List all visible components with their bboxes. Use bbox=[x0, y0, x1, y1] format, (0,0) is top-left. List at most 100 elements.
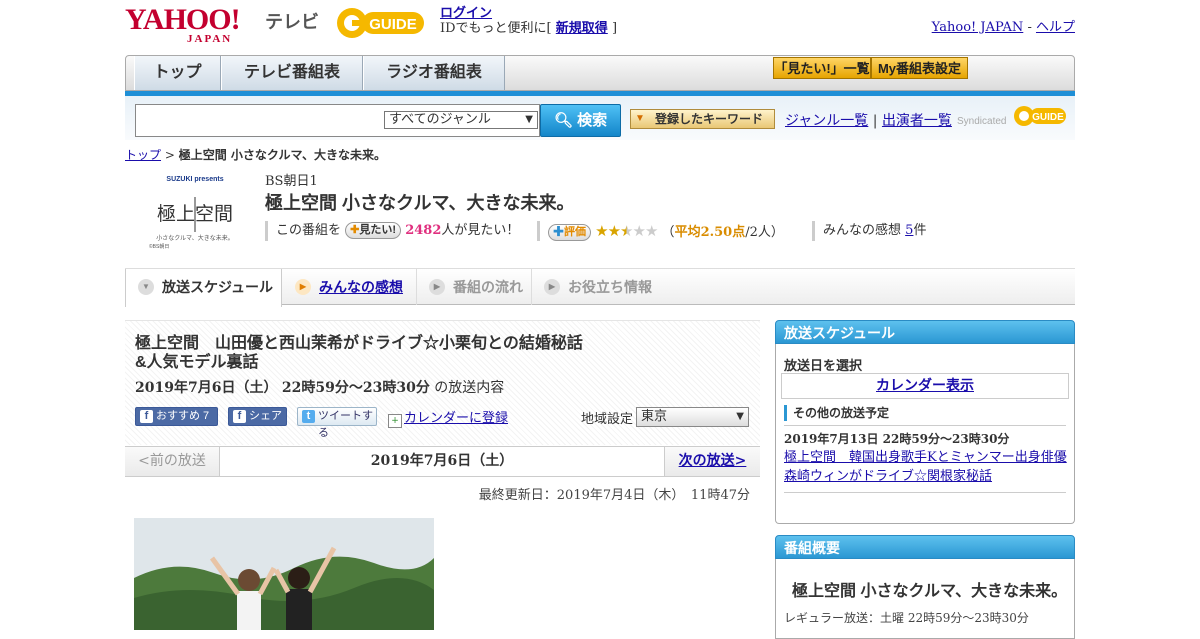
genre-select[interactable]: すべてのジャンル bbox=[384, 111, 538, 129]
tab-arrow-icon: ▼ bbox=[138, 279, 154, 295]
rating-open: （ bbox=[661, 225, 675, 240]
calendar-register[interactable]: + カレンダーに登録 bbox=[388, 407, 508, 428]
genre-list-link[interactable]: ジャンル一覧 bbox=[785, 113, 868, 129]
other-schedule-label: その他の放送予定 bbox=[784, 405, 889, 421]
share-row: f おすすめ 7 f シェア t ツイートする + カレンダーに登録 地域設定 東京 bbox=[135, 407, 755, 439]
login-note: IDでもっと便利に[ bbox=[440, 21, 552, 36]
next-broadcast-link[interactable]: 次の放送> bbox=[679, 453, 747, 469]
search-bar: すべてのジャンル 🔍︎ 検索 登録したキーワード ジャンル一覧 | 出演者一覧 … bbox=[125, 96, 1075, 140]
last-updated: 最終更新日：2019年7月4日（木） 11時47分 bbox=[478, 488, 750, 503]
search-links: ジャンル一覧 | 出演者一覧 bbox=[785, 110, 952, 130]
login-box: ログイン IDでもっと便利に[ 新規取得 ] bbox=[440, 6, 617, 36]
mitai-list-button[interactable]: 「見たい!」一覧 bbox=[773, 57, 871, 79]
region-label: 地域設定 bbox=[581, 412, 634, 427]
rate-button[interactable]: ✚評価 bbox=[548, 224, 591, 241]
twitter-icon: t bbox=[302, 410, 315, 423]
sidebar-overview-body: 極上空間 小さなクルマ、大きな未来。 レギュラー放送：土曜 22時59分～23時… bbox=[775, 559, 1075, 639]
star-icon: ★ bbox=[632, 222, 646, 240]
tab-impressions[interactable]: ▶ みんなの感想 bbox=[283, 269, 417, 305]
calendar-register-link[interactable]: カレンダーに登録 bbox=[404, 411, 508, 426]
login-link[interactable]: ログイン bbox=[440, 6, 492, 21]
episode-date-day: 2019年7月6日（土） bbox=[135, 380, 278, 396]
facebook-recommend-button[interactable]: f おすすめ 7 bbox=[135, 407, 218, 426]
signup-link[interactable]: 新規取得 bbox=[556, 21, 608, 36]
search-link-separator: | bbox=[872, 113, 878, 129]
mitai-stat: この番組を ✚見たい! 2482人が見たい！ bbox=[265, 221, 519, 241]
syndicated-label: Syndicated bbox=[957, 116, 1007, 127]
search-button[interactable]: 🔍︎ 検索 bbox=[540, 104, 621, 137]
select-date-label: 放送日を選択 bbox=[784, 359, 863, 374]
tab-impressions-label: みんなの感想 bbox=[319, 279, 403, 295]
performer-list-link[interactable]: 出演者一覧 bbox=[882, 113, 952, 129]
impressions-unit: 件 bbox=[913, 223, 927, 238]
mitai-count: 2482 bbox=[405, 223, 442, 238]
sidebar-overview-head: 番組概要 bbox=[775, 535, 1075, 559]
mitai-prefix: この番組を bbox=[276, 223, 342, 238]
main-nav: トップ テレビ番組表 ラジオ番組表 「見たい!」一覧 My番組表設定 bbox=[125, 55, 1075, 91]
nav-tab-radio-schedule[interactable]: ラジオ番組表 bbox=[363, 56, 505, 90]
tab-info: ▶ お役立ち情報 bbox=[532, 269, 662, 305]
calendar-show[interactable]: カレンダー表示 bbox=[781, 373, 1069, 399]
episode-date-time: 22時59分～23時30分 bbox=[281, 380, 430, 396]
mitai-button[interactable]: ✚見たい! bbox=[345, 222, 402, 239]
registered-keyword-button[interactable]: 登録したキーワード bbox=[630, 109, 775, 129]
mitai-button-label: 見たい! bbox=[359, 224, 397, 236]
tab-flow-label: 番組の流れ bbox=[453, 279, 523, 295]
overview-regular: レギュラー放送：土曜 22時59分～23時30分 bbox=[784, 611, 1029, 625]
rate-button-label: 評価 bbox=[564, 226, 586, 238]
divider bbox=[784, 425, 1066, 426]
tweet-button[interactable]: t ツイートする bbox=[297, 407, 377, 439]
tweet-label: ツイートする bbox=[318, 410, 373, 439]
sidebar-schedule: 放送スケジュール 放送日を選択 カレンダー表示 その他の放送予定 2019年7月… bbox=[775, 320, 1075, 524]
calendar-show-link[interactable]: カレンダー表示 bbox=[876, 378, 974, 394]
search-icon: 🔍︎ bbox=[553, 112, 573, 129]
facebook-share-button[interactable]: f シェア bbox=[228, 407, 287, 426]
other-schedule-title[interactable]: 極上空間 韓国出身歌手Kとミャンマー出身俳優森崎ウィンがドライブ☆関根家秘話 bbox=[784, 448, 1069, 486]
other-schedule-link[interactable]: 極上空間 韓国出身歌手Kとミャンマー出身俳優森崎ウィンがドライブ☆関根家秘話 bbox=[784, 450, 1067, 484]
episode-photo bbox=[134, 518, 434, 630]
region-select[interactable]: 東京 bbox=[636, 407, 749, 427]
nav-tab-tv-schedule[interactable]: テレビ番組表 bbox=[221, 56, 363, 90]
tab-arrow-icon: ▶ bbox=[429, 279, 445, 295]
tab-schedule[interactable]: ▼ 放送スケジュール bbox=[125, 269, 282, 307]
prev-broadcast: <前の放送 bbox=[125, 447, 220, 476]
breadcrumb-top[interactable]: トップ bbox=[125, 148, 161, 162]
episode-box: 極上空間 山田優と西山茉希がドライブ☆小栗旬との結婚秘話 &人気モデル裏話 20… bbox=[125, 320, 760, 445]
tab-flow: ▶ 番組の流れ bbox=[417, 269, 532, 305]
pager-current-date: 2019年7月6日（土） bbox=[220, 447, 664, 476]
yahoo-japan-link[interactable]: Yahoo! JAPAN bbox=[932, 20, 1024, 35]
calendar-icon: + bbox=[388, 414, 402, 428]
tv-label: テレビ bbox=[265, 12, 319, 32]
facebook-recommend-label: おすすめ 7 bbox=[156, 410, 210, 422]
search-button-label: 検索 bbox=[577, 112, 608, 129]
plus-icon: ✚ bbox=[553, 226, 564, 238]
nav-tab-top[interactable]: トップ bbox=[134, 56, 221, 90]
facebook-icon: f bbox=[233, 410, 246, 423]
sidebar-schedule-body: 放送日を選択 カレンダー表示 その他の放送予定 2019年7月13日 22時59… bbox=[775, 344, 1075, 524]
my-schedule-button[interactable]: My番組表設定 bbox=[871, 57, 968, 79]
episode-title-line1: 極上空間 山田優と西山茉希がドライブ☆小栗旬との結婚秘話 bbox=[135, 335, 583, 352]
star-icon: ★ bbox=[620, 222, 633, 240]
help-link[interactable]: ヘルプ bbox=[1036, 20, 1075, 35]
plus-icon: ✚ bbox=[350, 224, 360, 236]
other-schedule-date: 2019年7月13日 22時59分～23時30分 bbox=[784, 432, 1010, 446]
thumb-tagline: 小さなクルマ、大きな未来。 bbox=[156, 234, 234, 242]
episode-title: 極上空間 山田優と西山茉希がドライブ☆小栗旬との結婚秘話 &人気モデル裏話 bbox=[135, 334, 755, 372]
sidebar-overview: 番組概要 極上空間 小さなクルマ、大きな未来。 レギュラー放送：土曜 22時59… bbox=[775, 535, 1075, 639]
tab-schedule-label: 放送スケジュール bbox=[162, 279, 274, 295]
rating-average: 平均2.50点 bbox=[674, 225, 746, 240]
syndicated-gguide-logo: GUIDE bbox=[1014, 106, 1066, 126]
yahoo-japan-logo[interactable]: YAHOO! JAPAN bbox=[125, 5, 241, 45]
tab-arrow-icon: ▶ bbox=[295, 279, 311, 295]
program-tabs: ▼ 放送スケジュール ▶ みんなの感想 ▶ 番組の流れ ▶ お役立ち情報 bbox=[125, 268, 1075, 307]
gguide-logo[interactable]: GUIDE bbox=[335, 6, 430, 40]
impressions-stat: みんなの感想 5件 bbox=[812, 221, 926, 241]
star-icon: ★ bbox=[644, 222, 658, 240]
mitai-suffix: 人が見たい！ bbox=[441, 223, 520, 238]
tab-info-label: お役立ち情報 bbox=[568, 279, 652, 295]
top-link-separator: - bbox=[1027, 20, 1032, 35]
episode-date: 2019年7月6日（土） 22時59分～23時30分 の放送内容 bbox=[135, 377, 504, 397]
syndicated-logo-text: GUIDE bbox=[1032, 112, 1064, 123]
tab-arrow-icon: ▶ bbox=[544, 279, 560, 295]
next-broadcast[interactable]: 次の放送> bbox=[664, 447, 760, 476]
